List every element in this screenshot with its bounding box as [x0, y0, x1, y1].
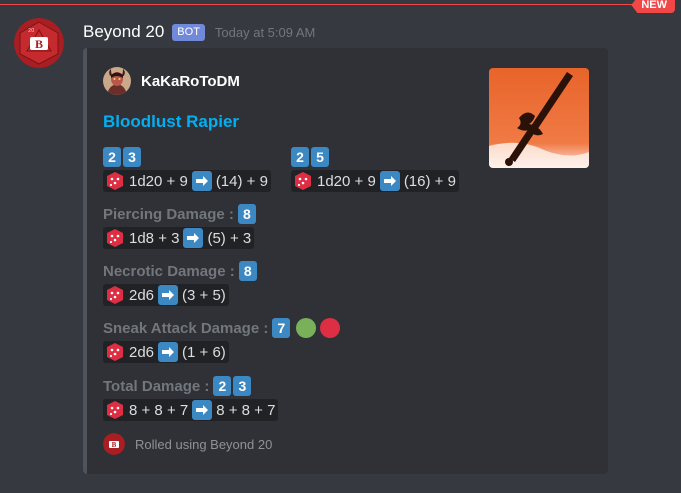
dice-expression: 1d20 + 9: [317, 172, 376, 190]
dice-expression: 8 + 8 + 7: [129, 401, 189, 419]
field-label: Total Damage :: [103, 377, 210, 395]
roll-result: (1 + 6): [182, 343, 226, 361]
digit-5-emoji: 5: [311, 147, 329, 167]
svg-text:20: 20: [28, 28, 34, 34]
roll-result: (5) + 3: [207, 229, 252, 247]
green-circle-icon: [296, 318, 317, 338]
roll-embed: KaKaRoToDM Bloodlust Rapier 2 3 1d20 + 9…: [83, 48, 608, 474]
embed-title[interactable]: Bloodlust Rapier: [103, 112, 239, 132]
attack-roll-1: 2 3 1d20 + 9 (14) + 9: [103, 146, 271, 192]
necrotic-damage-formula[interactable]: 2d6 (3 + 5): [103, 284, 229, 306]
attack-roll-1-formula[interactable]: 1d20 + 9 (14) + 9: [103, 170, 271, 192]
right-arrow-icon: [379, 171, 400, 191]
digit-2-emoji: 2: [213, 376, 232, 396]
dice-expression: 2d6: [129, 286, 155, 304]
message-header: Beyond 20 BOT Today at 5:09 AM: [83, 21, 315, 43]
roll-result: 8 + 8 + 7: [216, 401, 276, 419]
d20-die-icon: [295, 172, 311, 190]
svg-text:B: B: [112, 441, 117, 449]
right-arrow-icon: [158, 342, 179, 362]
new-messages-badge[interactable]: NEW: [631, 0, 675, 13]
bot-tag: BOT: [172, 23, 205, 41]
digit-2-emoji: 2: [291, 147, 309, 167]
sneak-attack-damage-field: Sneak Attack Damage : 7 2d6 (1 + 6): [103, 317, 341, 363]
piercing-damage-field: Piercing Damage : 8 1d8 + 3 (5) + 3: [103, 203, 258, 249]
message-timestamp[interactable]: Today at 5:09 AM: [215, 25, 315, 40]
digit-3-emoji: 3: [233, 376, 252, 396]
field-label: Sneak Attack Damage :: [103, 319, 269, 337]
new-messages-divider: [0, 4, 640, 5]
d20-die-icon: [107, 172, 123, 190]
total-damage-formula[interactable]: 8 + 8 + 7 8 + 8 + 7: [103, 399, 279, 421]
attack-roll-2: 2 5 1d20 + 9 (16) + 9: [291, 146, 459, 192]
field-label: Necrotic Damage :: [103, 262, 235, 280]
digit-8-emoji: 8: [238, 261, 257, 281]
character-avatar-icon: [103, 67, 131, 95]
right-arrow-icon: [158, 285, 179, 305]
red-circle-icon: [320, 318, 341, 338]
rapier-thumbnail[interactable]: [489, 68, 589, 168]
bot-avatar[interactable]: B 20: [14, 18, 64, 68]
embed-author-name[interactable]: KaKaRoToDM: [141, 73, 240, 90]
roll-result: (3 + 5): [182, 286, 226, 304]
digit-3-emoji: 3: [123, 147, 141, 167]
d20-die-icon: [107, 401, 123, 419]
attack-roll-2-formula[interactable]: 1d20 + 9 (16) + 9: [291, 170, 459, 192]
d20-die-icon: [107, 229, 123, 247]
digit-8-emoji: 8: [237, 204, 256, 224]
dice-expression: 1d8 + 3: [129, 229, 180, 247]
roll-result: (16) + 9: [403, 172, 456, 190]
piercing-damage-formula[interactable]: 1d8 + 3 (5) + 3: [103, 227, 255, 249]
field-label: Piercing Damage :: [103, 205, 234, 223]
embed-author: KaKaRoToDM: [103, 67, 240, 95]
necrotic-damage-field: Necrotic Damage : 8 2d6 (3 + 5): [103, 260, 259, 306]
roll-result: (14) + 9: [215, 172, 268, 190]
attack-roll-2-total: 2 5: [291, 146, 459, 168]
beyond20-icon: B: [103, 433, 125, 455]
embed-color-bar: [83, 48, 87, 474]
right-arrow-icon: [191, 171, 212, 191]
svg-text:B: B: [35, 37, 43, 51]
author-name[interactable]: Beyond 20: [83, 22, 164, 42]
sneak-attack-damage-formula[interactable]: 2d6 (1 + 6): [103, 341, 229, 363]
footer-text: Rolled using Beyond 20: [135, 436, 273, 452]
dice-expression: 2d6: [129, 343, 155, 361]
digit-7-emoji: 7: [272, 318, 291, 338]
dice-expression: 1d20 + 9: [129, 172, 188, 190]
d20-die-icon: [107, 286, 123, 304]
chat-view: NEW B 20 Beyond 20 BOT Today at 5:09 AM: [0, 0, 681, 493]
d20-die-icon: [107, 343, 123, 361]
right-arrow-icon: [192, 400, 213, 420]
digit-2-emoji: 2: [103, 147, 121, 167]
embed-footer: B Rolled using Beyond 20: [103, 433, 272, 455]
attack-roll-1-total: 2 3: [103, 146, 271, 168]
right-arrow-icon: [183, 228, 204, 248]
total-damage-field: Total Damage : 2 3 8 + 8 + 7 8 + 8 + 7: [103, 375, 279, 421]
